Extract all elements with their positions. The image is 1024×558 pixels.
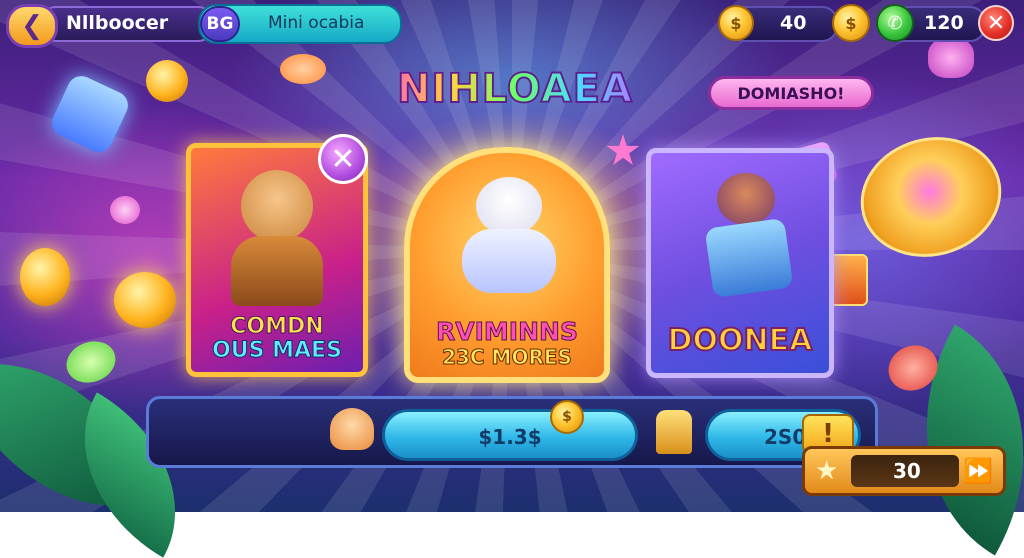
gem-decoration [110,196,140,224]
trophy-icon [656,410,692,454]
fox-body [231,236,323,306]
value-label: 2S0 [764,425,807,449]
close-icon: ✕ [986,10,1006,36]
bg-badge[interactable]: BG [200,6,240,42]
coin-decoration [114,272,176,328]
phone-icon[interactable]: ✆ [876,4,914,42]
promo-label: DOMIASHO! [737,84,845,103]
coin-icon: $ [718,5,754,41]
promo-button[interactable]: DOMIASHO! [708,76,874,110]
dice-body [704,217,794,299]
cat-character [476,177,542,235]
close-button[interactable]: ✕ [978,5,1014,41]
star-icon: ★ [815,456,839,486]
card-1-title: COMDN [230,314,324,340]
card-3-title: DOONEA [667,322,814,359]
star-value: 30 [893,459,921,483]
buy-button[interactable]: $1.3$ [382,409,638,461]
star-progress-bar[interactable]: ★ 30 ⏩ [802,446,1006,496]
game-card-2[interactable]: RVIMINNS 23C MORES [404,147,610,383]
coin-icon: $ [550,400,584,434]
price-label: $1.3$ [478,425,542,449]
gem-decoration [928,38,974,78]
card-shuffle-button[interactable]: ✕ [318,134,368,184]
fox-character [241,170,313,242]
character-head [717,173,775,225]
hero-title: NIHLOAEA [385,65,645,113]
search-text: Mini ocabia [268,13,365,33]
coin-value: 40 [780,12,807,34]
coin-decoration [146,60,188,102]
back-arrow-icon: ❮ [21,11,43,41]
card-1-subtitle: OUS MAES [212,338,343,364]
game-title-pill: Nllboocer [40,6,214,42]
back-button[interactable]: ❮ [6,4,58,48]
shuffle-icon: ✕ [330,141,356,177]
gem-value: 120 [924,12,964,34]
search-bar[interactable]: BG Mini ocabia [198,4,402,44]
card-2-subtitle: 23C MORES [442,345,573,370]
candy-decoration [280,54,326,84]
cupcake-icon [330,408,374,450]
game-title: Nllboocer [66,12,169,34]
coin-decoration [20,248,70,306]
cat-body [462,229,556,293]
game-card-3[interactable]: DOONEA [646,148,834,378]
fast-forward-icon[interactable]: ⏩ [963,457,993,485]
coin-add-icon[interactable]: $ [832,4,870,42]
card-2-title: RVIMINNS [436,317,579,347]
